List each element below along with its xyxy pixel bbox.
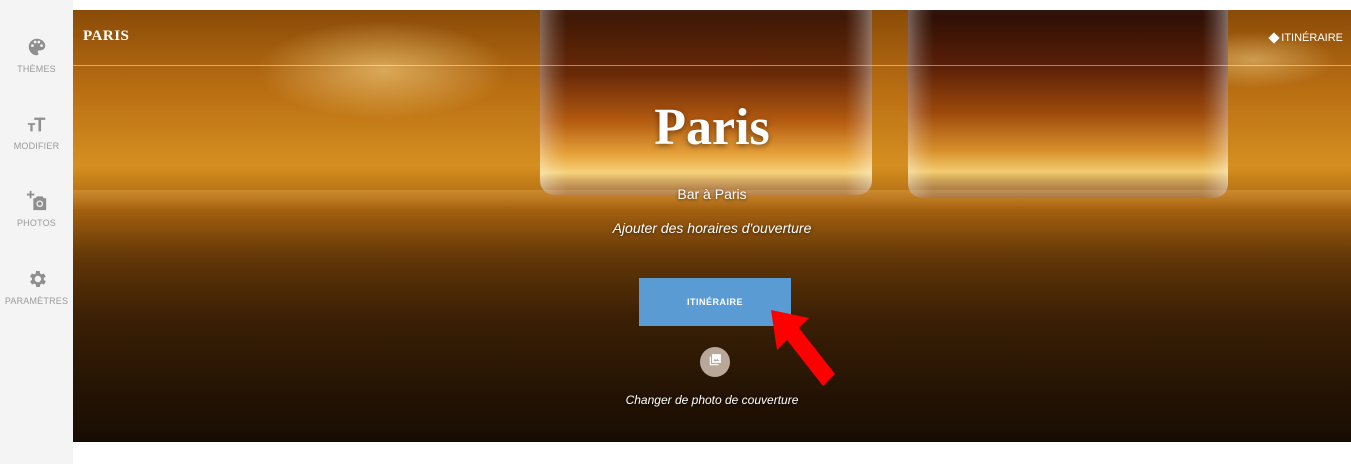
sidebar-item-label: MODIFIER [13,141,60,151]
sidebar-item-modifier[interactable]: MODIFIER [0,113,73,151]
page-subtitle: Bar à Paris [677,186,747,202]
header-itinerary-link[interactable]: ITINÉRAIRE [1268,32,1343,44]
sidebar-item-label: THÈMES [17,64,56,74]
page-title: Paris [654,99,770,156]
sidebar-item-themes[interactable]: THÈMES [0,36,73,74]
sidebar-item-label: PARAMÈTRES [4,296,69,306]
header-divider [73,65,1351,66]
editor-sidebar: THÈMES MODIFIER PHOTOS PARAMÈTRES [0,0,73,464]
site-brand[interactable]: PARIS [83,28,129,45]
red-arrow-icon [771,310,835,386]
photo-change-icon [708,353,722,372]
sidebar-item-label: PHOTOS [16,218,57,228]
text-size-icon [26,113,48,135]
header-itinerary-label: ITINÉRAIRE [1281,32,1343,44]
diamond-direction-icon [1268,32,1280,44]
palette-icon [26,36,48,58]
add-photo-icon [26,190,48,212]
sidebar-item-photos[interactable]: PHOTOS [0,190,73,228]
sidebar-item-settings[interactable]: PARAMÈTRES [0,268,73,306]
change-cover-photo-caption[interactable]: Changer de photo de couverture [73,393,1351,407]
add-hours-link[interactable]: Ajouter des horaires d'ouverture [73,220,1351,236]
gear-icon [26,268,48,290]
cover-hero: PARIS ITINÉRAIRE Paris Bar à Paris Ajout… [73,10,1351,442]
change-cover-photo-button[interactable] [700,347,730,377]
